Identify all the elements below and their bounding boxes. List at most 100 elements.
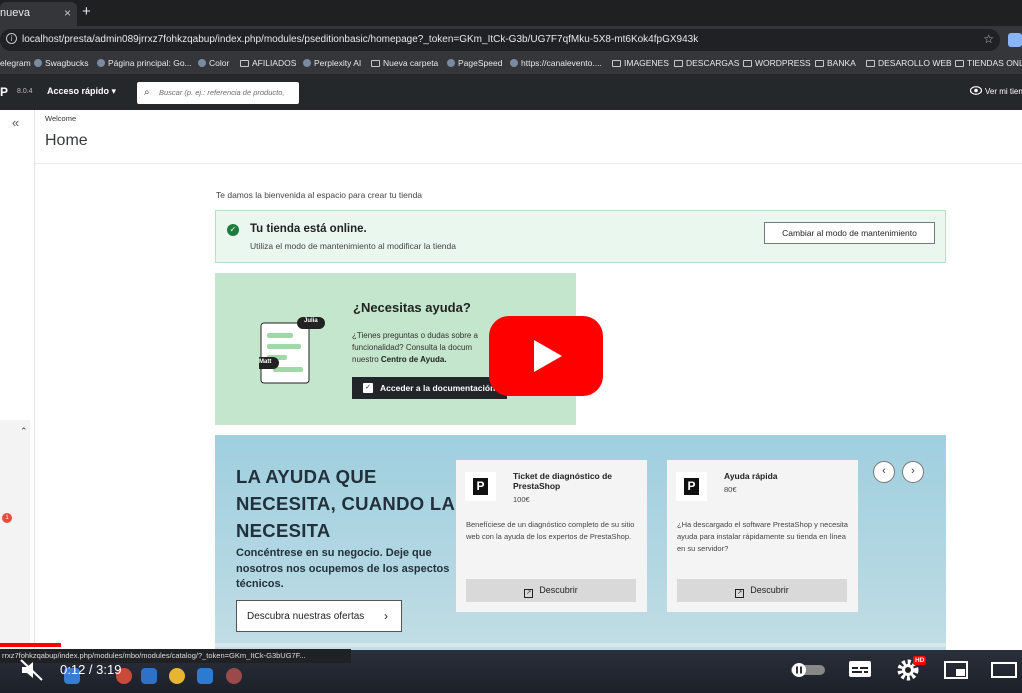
perplexity-icon [303,59,311,67]
bookmark-label: elegram [0,58,31,68]
bookmark-folder[interactable]: TIENDAS ONLINE [955,58,1022,68]
sidebar-menu-section [0,420,30,650]
offers-subtitle: Concéntrese en su negocio. Deje que noso… [236,547,450,590]
folder-icon [240,59,249,67]
bookmark-folder[interactable]: AFILIADOS [240,58,296,68]
help-text-line: nuestro [352,355,381,364]
bookmark-label: TIENDAS ONLINE [967,58,1022,68]
offer-card-title: Ticket de diagnóstico de PrestaShop [513,471,613,491]
folder-icon [371,59,380,67]
title-divider [35,163,1022,164]
screenshot-root: nueva × + i localhost/presta/admin089jrr… [0,0,1022,693]
quick-access-dropdown[interactable]: Acceso rápido ▾ [47,86,116,97]
carousel-prev-button[interactable]: ‹ [873,461,895,483]
prestashop-logo[interactable]: P [0,85,8,99]
offer-card-button[interactable]: ↗ Descubrir [466,579,636,602]
documentation-button[interactable]: ✓ Acceder a la documentación [352,377,507,399]
view-shop-label: Ver mi tienda [985,87,1022,96]
chevron-right-icon: › [384,609,388,623]
player-controls: 0:12 / 3:19 HD [0,650,1022,693]
google-drive-icon [97,59,105,67]
bookmark-label: Perplexity AI [314,58,362,68]
video-time: 0:12 / 3:19 [60,662,122,677]
bookmark-star-icon[interactable]: ☆ [983,32,994,46]
offers-title: LA AYUDA QUE NECESITA, CUANDO LA NECESIT… [236,466,455,541]
swagbucks-icon [34,59,42,67]
subtitles-icon[interactable] [848,660,872,678]
collapse-sidebar-icon[interactable]: « [12,115,19,130]
folder-icon [674,59,683,67]
site-info-icon[interactable]: i [6,33,17,44]
theater-mode-icon[interactable] [991,661,1017,679]
admin-sidebar: « ⌃ 1 [0,110,35,650]
video-progress-played [0,643,62,647]
bookmark-folder[interactable]: Nueva carpeta [371,58,438,68]
bookmark-label: https://canalevento.... [521,58,602,68]
bookmark-item[interactable]: Swagbucks [34,58,88,68]
check-circle-icon: ✓ [227,224,239,236]
external-link-icon: ↗ [735,589,745,598]
search-icon: ⌕ [144,87,150,98]
offer-card-description: ¿Ha descargado el software PrestaShop y … [677,520,848,553]
discover-offers-label: Descubra nuestras ofertas [247,611,365,622]
prestashop-logo-icon: P [465,472,496,501]
welcome-text: Te damos la bienvenida al espacio para c… [216,190,423,200]
search-placeholder: Buscar (p. ej.: referencia de producto, [159,88,285,97]
bookmark-label: WORDPRESS [755,58,811,68]
bookmark-label: AFILIADOS [252,58,297,68]
extension-icon[interactable] [1008,33,1022,47]
new-tab-button[interactable]: + [82,3,91,20]
offers-panel: LA AYUDA QUE NECESITA, CUANDO LA NECESIT… [215,435,946,650]
view-shop-link[interactable]: Ver mi tienda [969,86,1022,96]
bookmark-label: Página principal: Go... [108,58,192,68]
hd-badge: HD [913,656,927,665]
miniplayer-icon[interactable] [944,661,968,679]
chat-bubble-matt: Matt [259,359,272,365]
offer-card-price: 80€ [724,485,737,494]
carousel-next-button[interactable]: › [902,461,924,483]
online-title: Tu tienda está online. [250,223,367,235]
bookmark-folder[interactable]: DESAROLLO WEB [866,58,952,68]
bookmark-item[interactable]: PageSpeed [447,58,502,68]
bookmark-label: Nueva carpeta [383,58,439,68]
color-icon [198,59,206,67]
offer-card-description: Benefíciese de un diagnóstico completo d… [466,520,635,541]
help-description: ¿Tienes preguntas o dudas sobre a funcio… [352,330,512,366]
offer-card-button[interactable]: ↗ Descubrir [677,579,847,602]
mute-icon[interactable] [20,659,44,681]
youtube-play-button[interactable] [489,316,603,396]
bookmark-item[interactable]: Perplexity AI [303,58,361,68]
admin-search-input[interactable]: ⌕ Buscar (p. ej.: referencia de producto… [137,82,299,104]
prestashop-logo-icon: P [676,472,707,501]
offer-card-button-label: Descubrir [539,585,578,595]
help-text-line: ¿Tienes preguntas o dudas sobre a [352,331,479,340]
bookmark-label: DESAROLLO WEB [878,58,952,68]
folder-icon [612,59,621,67]
bookmark-item[interactable]: Página principal: Go... [97,58,192,68]
bookmark-label: IMAGENES [624,58,669,68]
folder-icon [743,59,752,67]
maintenance-mode-button[interactable]: Cambiar al modo de mantenimiento [764,222,935,244]
offer-card: P Ayuda rápida 80€ ¿Ha descargado el sof… [667,460,858,612]
video-progress-bar[interactable] [0,643,1022,647]
tab-close-icon[interactable]: × [64,6,71,20]
chevron-up-icon[interactable]: ⌃ [20,426,28,437]
autoplay-toggle-icon[interactable] [791,662,825,678]
bookmark-label: Swagbucks [45,58,89,68]
bookmark-folder[interactable]: WORDPRESS [743,58,811,68]
bookmark-folder[interactable]: DESCARGAS [674,58,739,68]
bookmark-folder[interactable]: BANKA [815,58,856,68]
external-link-icon: ↗ [524,589,534,598]
discover-offers-button[interactable]: Descubra nuestras ofertas › [236,600,402,632]
bookmark-item[interactable]: elegram [0,58,31,68]
breadcrumb[interactable]: Welcome [45,114,76,123]
bookmark-folder[interactable]: IMAGENES [612,58,669,68]
url-input[interactable]: i localhost/presta/admin089jrrxz7fohkzqa… [0,29,1000,51]
tab-title: nueva [0,7,30,19]
help-center-link[interactable]: Centro de Ayuda. [381,355,447,364]
bookmark-item[interactable]: Color [198,58,229,68]
bookmark-item[interactable]: https://canalevento.... [510,58,602,68]
browser-tab[interactable]: nueva × [0,2,77,26]
folder-icon [955,59,964,67]
notification-badge: 1 [2,513,12,523]
